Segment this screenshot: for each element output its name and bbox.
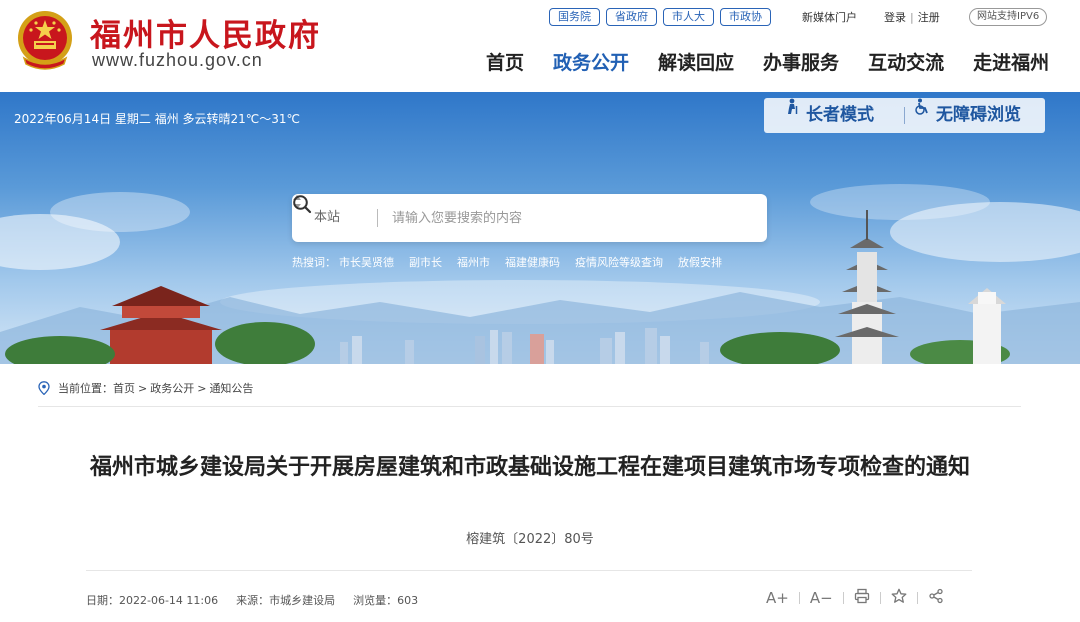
article-source: 来源：市城乡建设局: [236, 594, 336, 607]
search-icon[interactable]: [292, 194, 312, 214]
quick-links: 国务院 省政府 市人大 市政协: [549, 8, 771, 26]
site-url: www.fuzhou.gov.cn: [92, 50, 263, 70]
site-header: 福州市人民政府 www.fuzhou.gov.cn 国务院 省政府 市人大 市政…: [0, 0, 1080, 92]
hot-word[interactable]: 市长吴贤德: [339, 254, 394, 270]
search-scope-select[interactable]: 本站: [314, 194, 340, 242]
breadcrumb-separator: >: [197, 381, 207, 395]
hot-search-words: 热搜词： 市长吴贤德 副市长 福州市 福建健康码 疫情风险等级查询 放假安排: [292, 254, 722, 270]
breadcrumb-label: 当前位置：: [58, 382, 113, 395]
nav-interaction[interactable]: 互动交流: [868, 48, 944, 75]
login-separator: |: [910, 11, 914, 24]
hot-word[interactable]: 福建健康码: [505, 254, 560, 270]
nav-services[interactable]: 办事服务: [763, 48, 839, 75]
ipv6-badge: 网站支持IPV6: [969, 8, 1048, 26]
breadcrumb-home[interactable]: 首页: [113, 380, 135, 396]
publish-date: 日期：2022-06-14 11:06: [86, 594, 219, 607]
login-register: 登录 | 注册: [884, 9, 940, 25]
quick-link-state-council[interactable]: 国务院: [549, 8, 600, 26]
search-divider: [377, 209, 378, 227]
nav-interpretation[interactable]: 解读回应: [658, 48, 734, 75]
nav-home[interactable]: 首页: [486, 48, 524, 75]
font-decrease-button[interactable]: A−: [810, 588, 833, 608]
accessible-mode-label: 无障碍浏览: [936, 105, 1021, 125]
quick-link-provincial-gov[interactable]: 省政府: [606, 8, 657, 26]
tool-divider: [842, 592, 844, 604]
print-icon[interactable]: [854, 588, 870, 608]
search-box: 本站: [292, 194, 767, 242]
nav-government-affairs[interactable]: 政务公开: [553, 48, 629, 75]
login-link[interactable]: 登录: [884, 11, 906, 24]
hot-search-label: 热搜词：: [292, 256, 336, 269]
hot-word[interactable]: 副市长: [409, 254, 442, 270]
search-input[interactable]: [392, 204, 712, 232]
mode-divider: [904, 107, 905, 124]
tool-divider: [916, 592, 918, 604]
view-count: 浏览量：603: [353, 594, 419, 607]
article-title: 福州市城乡建设局关于开展房屋建筑和市政基础设施工程在建项目建筑市场专项检查的通知: [90, 455, 971, 480]
document-number: 榕建筑〔2022〕80号: [466, 532, 594, 547]
breadcrumb-government-affairs[interactable]: 政务公开: [150, 380, 194, 396]
breadcrumb-separator: >: [138, 381, 148, 395]
breadcrumb-notices[interactable]: 通知公告: [209, 380, 253, 396]
new-media-link[interactable]: 新媒体门户: [802, 9, 857, 25]
hot-word[interactable]: 疫情风险等级查询: [575, 254, 663, 270]
article-panel: 当前位置： 首页 > 政务公开 > 通知公告 福州市城乡建设局关于开展房屋建筑和…: [14, 364, 1046, 622]
elder-mode-button[interactable]: 长者模式: [784, 98, 874, 133]
quick-link-peoples-congress[interactable]: 市人大: [663, 8, 714, 26]
article-tools: A+ A−: [766, 588, 944, 608]
hot-word[interactable]: 放假安排: [678, 254, 722, 270]
hot-word[interactable]: 福州市: [457, 254, 490, 270]
share-icon[interactable]: [928, 588, 944, 608]
accessibility-mode-bar: 长者模式 无障碍浏览: [764, 98, 1045, 133]
meta-divider: [86, 570, 972, 571]
article-meta: 日期：2022-06-14 11:06 来源：市城乡建设局 浏览量：603: [86, 592, 418, 608]
tool-divider: [879, 592, 881, 604]
star-icon[interactable]: [891, 588, 907, 608]
national-emblem-icon[interactable]: [14, 8, 76, 72]
breadcrumb-divider: [38, 406, 1021, 407]
accessible-mode-button[interactable]: 无障碍浏览: [914, 98, 1021, 133]
register-link[interactable]: 注册: [918, 11, 940, 24]
quick-link-cppcc[interactable]: 市政协: [720, 8, 771, 26]
tool-divider: [798, 592, 800, 604]
breadcrumb: 当前位置： 首页 > 政务公开 > 通知公告: [38, 380, 253, 396]
elder-mode-label: 长者模式: [806, 105, 874, 125]
main-nav: 首页 政务公开 解读回应 办事服务 互动交流 走进福州: [486, 48, 1049, 75]
font-increase-button[interactable]: A+: [766, 588, 789, 608]
hero-banner: 2022年06月14日 星期二 福州 多云转晴21℃～31℃ 长者模式 无障碍浏…: [0, 92, 1080, 364]
nav-about-fuzhou[interactable]: 走进福州: [973, 48, 1049, 75]
weather-date-info: 2022年06月14日 星期二 福州 多云转晴21℃～31℃: [14, 112, 301, 126]
site-name[interactable]: 福州市人民政府: [90, 10, 321, 55]
location-icon: [38, 381, 50, 395]
